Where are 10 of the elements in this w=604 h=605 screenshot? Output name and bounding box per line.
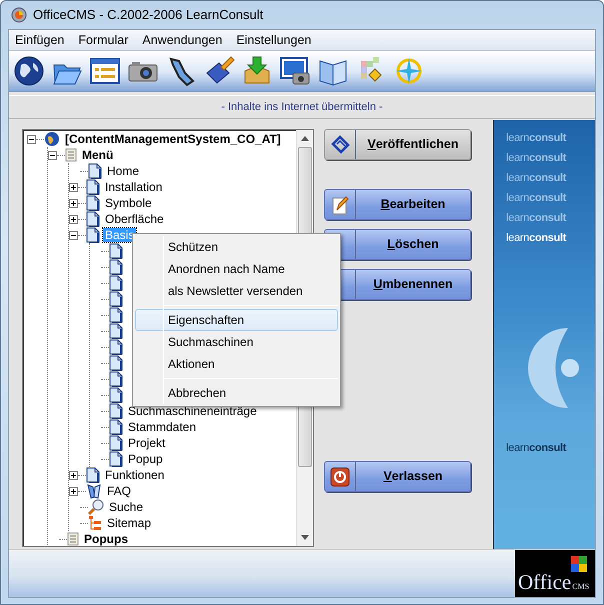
- logo-text: learnconsult: [506, 171, 568, 186]
- logo-text: learnconsult: [506, 131, 568, 146]
- logo-text: learnconsult: [506, 151, 568, 166]
- subtitle-text: - Inhalte ins Internet übermitteln -: [9, 95, 595, 119]
- office-logo: Office CMS: [515, 550, 595, 597]
- logo-text: learnconsult: [506, 211, 568, 226]
- window-title: OfficeCMS - C.2002-2006 LearnConsult: [33, 6, 264, 24]
- logo-text: learnconsult: [506, 191, 568, 206]
- logo-text: learnconsult: [506, 231, 568, 246]
- logo-text: learnconsult: [506, 441, 568, 456]
